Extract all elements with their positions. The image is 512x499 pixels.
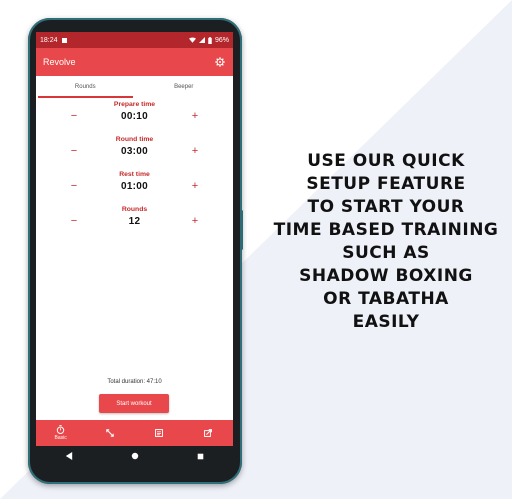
stopwatch-icon [56, 425, 65, 434]
back-icon[interactable] [65, 452, 73, 460]
setting-value: 00:10 [120, 111, 149, 122]
notification-icon [61, 37, 67, 43]
setting-value: 01:00 [120, 181, 149, 192]
setting-value: 03:00 [120, 146, 149, 157]
recents-icon[interactable] [197, 453, 204, 460]
setting-value: 12 [128, 216, 141, 227]
tab-rounds[interactable]: Rounds [36, 76, 135, 98]
promo-line: SUCH AS [342, 243, 430, 263]
setting-label: Rounds [121, 206, 148, 213]
export-icon [204, 429, 213, 437]
tab-beeper[interactable]: Beeper [135, 76, 234, 98]
tab-bar: Rounds Beeper [36, 76, 233, 98]
setting-rounds: Rounds − 12 + [36, 206, 233, 238]
nav-item-intervals[interactable] [85, 420, 134, 446]
promo-line: SETUP FEATURE [306, 174, 466, 194]
total-duration: Total duration: 47:10 [107, 379, 162, 385]
increment-button[interactable]: + [188, 110, 202, 122]
promo-line: EASILY [352, 312, 420, 332]
list-icon [155, 429, 164, 437]
nav-label: Basic [54, 435, 67, 441]
setting-label: Prepare time [113, 101, 156, 108]
system-nav-bar [36, 446, 233, 466]
app-title: Revolve [43, 57, 76, 67]
status-bar: 18:24 96% [36, 32, 233, 48]
wifi-icon [188, 37, 196, 43]
increment-button[interactable]: + [188, 215, 202, 227]
start-workout-button[interactable]: Start workout [99, 394, 169, 413]
setting-prepare-time: Prepare time − 00:10 + [36, 101, 233, 133]
home-icon[interactable] [131, 452, 139, 460]
status-time: 18:24 [40, 36, 58, 44]
increment-button[interactable]: + [188, 180, 202, 192]
phone-screen: 18:24 96% Revolve Rounds Beeper Prepare [36, 32, 233, 446]
expand-icon [106, 429, 114, 437]
promo-line: TIME BASED TRAINING [273, 220, 499, 240]
nav-item-basic[interactable]: Basic [36, 420, 85, 446]
nav-item-export[interactable] [184, 420, 233, 446]
promo-line: OR TABATHA [323, 289, 449, 309]
increment-button[interactable]: + [188, 145, 202, 157]
promo-line: USE OUR QUICK [307, 151, 465, 171]
nav-item-list[interactable] [135, 420, 184, 446]
battery-icon [208, 36, 212, 44]
setting-round-time: Round time − 03:00 + [36, 136, 233, 168]
setting-label: Rest time [119, 171, 150, 178]
bottom-nav: Basic [36, 420, 233, 446]
promo-line: TO START YOUR [307, 197, 465, 217]
app-bar: Revolve [36, 48, 233, 76]
phone-side-button [240, 210, 243, 250]
setting-label: Round time [115, 136, 154, 143]
promo-text: USE OUR QUICK SETUP FEATURE TO START YOU… [260, 150, 512, 334]
promo-line: SHADOW BOXING [299, 266, 473, 286]
setting-rest-time: Rest time − 01:00 + [36, 171, 233, 203]
gear-icon[interactable] [215, 57, 225, 67]
signal-icon [198, 37, 205, 43]
battery-percent: 96% [214, 36, 229, 44]
